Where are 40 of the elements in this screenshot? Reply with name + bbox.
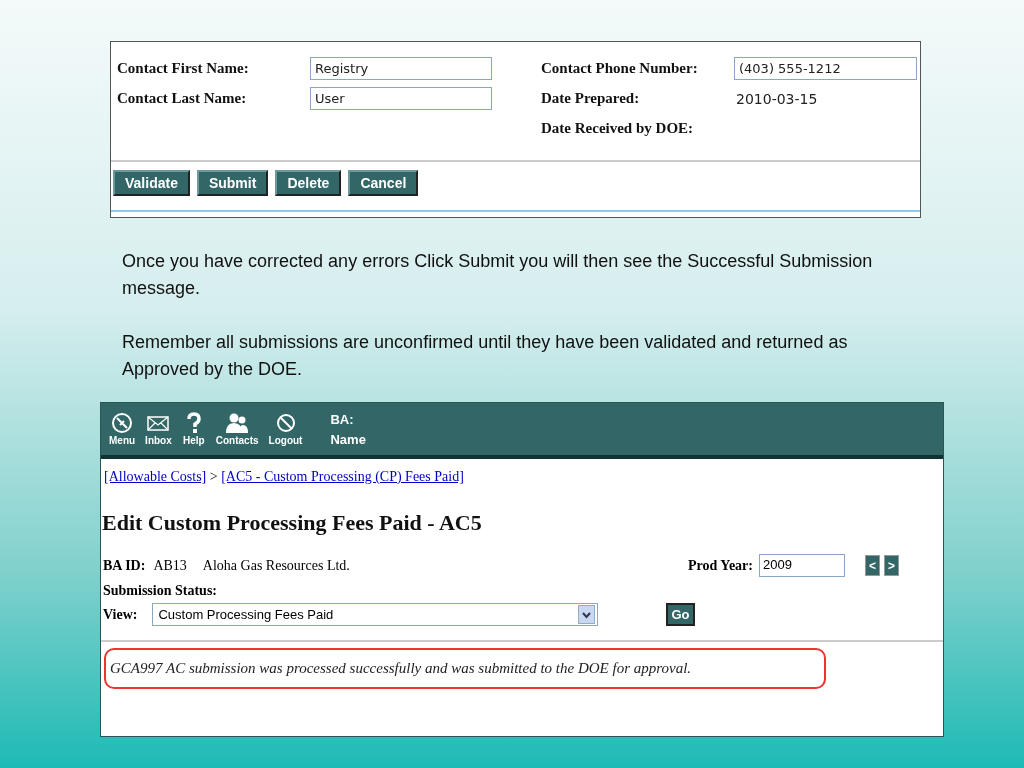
view-dropdown[interactable]: Custom Processing Fees Paid bbox=[152, 603, 599, 626]
toolbar-button[interactable]: Menu bbox=[107, 412, 138, 446]
field-label: Date Received by DOE: bbox=[541, 120, 695, 137]
field-label: BA ID: bbox=[103, 557, 146, 574]
input-field[interactable]: (403) 555-1212 bbox=[734, 57, 917, 80]
toolbar-button[interactable]: Inbox bbox=[143, 412, 174, 446]
form-button[interactable]: Cancel bbox=[348, 170, 419, 196]
field-label: Submission Status: bbox=[103, 583, 218, 599]
toolbar-button[interactable]: Logout bbox=[266, 412, 305, 446]
year-nav-button[interactable]: < bbox=[865, 555, 880, 576]
header-label: BA: bbox=[330, 411, 355, 427]
toolbar-button[interactable]: Contacts bbox=[213, 412, 261, 446]
input-field[interactable]: User bbox=[310, 87, 492, 110]
go-button[interactable]: Go bbox=[666, 603, 695, 626]
breadcrumb-link[interactable]: [AC5 - Custom Processing (CP) Fees Paid] bbox=[221, 469, 464, 484]
year-input-field[interactable]: 2009 bbox=[759, 554, 845, 577]
form-button[interactable]: Validate bbox=[113, 170, 190, 196]
breadcrumb-link[interactable]: [Allowable Costs] bbox=[104, 469, 207, 484]
page-title: Edit Custom Processing Fees Paid - AC5 bbox=[102, 510, 483, 536]
instruction-text: Remember all submissions are unconfirmed until they have been validated and returned as Approved by the DOE. bbox=[122, 331, 849, 381]
input-field[interactable]: Registry bbox=[310, 57, 492, 80]
field-label: Contact First Name: bbox=[117, 60, 250, 77]
field-label: Contact Last Name: bbox=[117, 90, 248, 107]
field-label: Date Prepared: bbox=[541, 90, 641, 107]
field-label: Contact Phone Number: bbox=[541, 60, 699, 77]
year-nav-button[interactable]: > bbox=[884, 555, 899, 576]
company-name: Aloha Gas Resources Ltd. bbox=[202, 557, 350, 574]
field-value: 2010-03-15 bbox=[735, 90, 818, 107]
breadcrumb-separator: > bbox=[209, 469, 218, 484]
compass-icon bbox=[110, 412, 135, 434]
ba-id-value: AB13 bbox=[153, 557, 187, 574]
field-label: View: bbox=[103, 606, 138, 623]
success-message: GCA997 AC submission was processed successfully and was submitted to the DOE for approval. bbox=[104, 648, 826, 689]
instruction-text: Once you have corrected any errors Click Submit you will then see the Successful Submission message. bbox=[122, 250, 874, 300]
form-button[interactable]: Submit bbox=[196, 170, 269, 196]
header-label: Name bbox=[330, 431, 366, 447]
toolbar-button[interactable]: Help bbox=[179, 412, 208, 446]
people-icon bbox=[225, 412, 250, 434]
form-button[interactable]: Delete bbox=[275, 170, 342, 196]
field-label: Prod Year: bbox=[688, 557, 753, 574]
